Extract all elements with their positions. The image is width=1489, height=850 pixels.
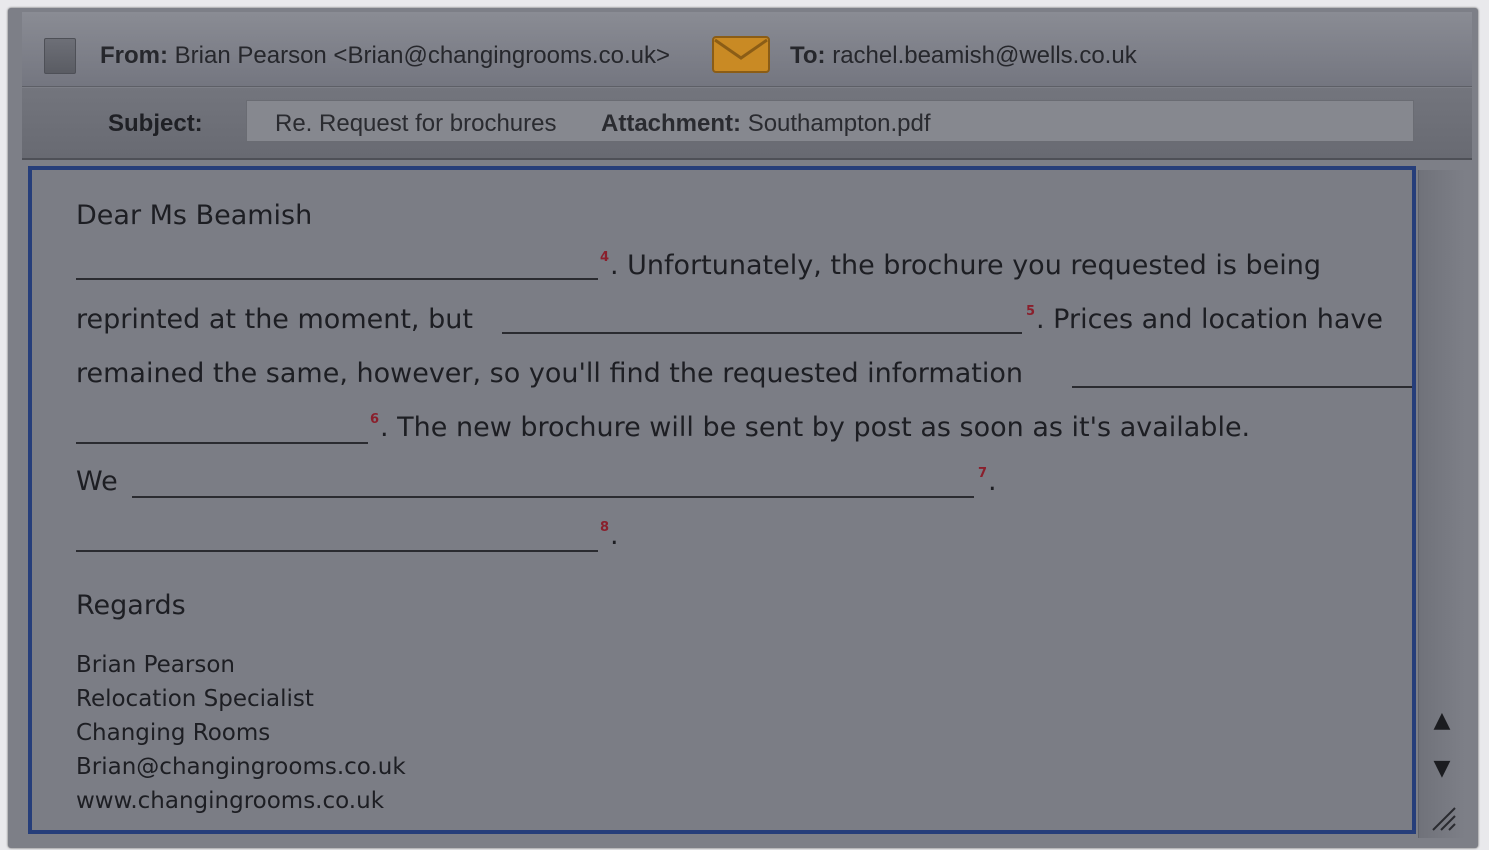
gap-8-blank[interactable] — [76, 550, 598, 552]
signature-email[interactable]: Brian@changingrooms.co.uk — [76, 754, 406, 780]
attachment-label: Attachment: — [601, 110, 742, 137]
from-value: Brian Pearson <Brian@changingrooms.co.uk… — [174, 42, 670, 69]
email-window: From: Brian Pearson <Brian@changingrooms… — [8, 8, 1478, 848]
line4-text: . The new brochure will be sent by post … — [380, 412, 1251, 443]
signature-title: Relocation Specialist — [76, 686, 314, 712]
to-field: To: rachel.beamish@wells.co.uk — [790, 42, 1137, 70]
line1-text: . Unfortunately, the brochure you reques… — [610, 250, 1322, 281]
from-label: From: — [100, 42, 168, 69]
gap-6-number: 6 — [370, 412, 380, 427]
signature-website[interactable]: www.changingrooms.co.uk — [76, 788, 384, 814]
greeting: Dear Ms Beamish — [76, 200, 313, 231]
line5-before: We — [76, 466, 118, 497]
gap-5-blank[interactable] — [502, 332, 1022, 334]
subject-label: Subject: — [108, 110, 203, 137]
from-field: From: Brian Pearson <Brian@changingrooms… — [100, 42, 670, 70]
to-label: To: — [790, 42, 826, 69]
window-corner-button[interactable] — [44, 38, 76, 74]
gap-6-blank-start[interactable] — [1072, 386, 1412, 388]
gap-5-number: 5 — [1026, 304, 1036, 319]
line5-after: . — [988, 466, 997, 497]
scroll-down-icon[interactable]: ▼ — [1429, 756, 1455, 782]
line2-before: reprinted at the moment, but — [76, 304, 473, 335]
resize-grip-icon[interactable] — [1427, 802, 1457, 832]
closing: Regards — [76, 590, 186, 621]
email-body[interactable]: Dear Ms Beamish 4 . Unfortunately, the b… — [28, 166, 1416, 834]
line2-after: . Prices and location have — [1036, 304, 1384, 335]
gap-7-number: 7 — [978, 466, 988, 481]
vertical-scrollbar[interactable]: ▲ ▼ — [1418, 170, 1465, 838]
gap-6-blank-end[interactable] — [76, 442, 368, 444]
envelope-icon — [712, 36, 770, 73]
line3-text: remained the same, however, so you'll fi… — [76, 358, 1023, 389]
subject-field[interactable]: Re. Request for brochures Attachment: So… — [246, 100, 1414, 142]
attachment-value: Southampton.pdf — [747, 110, 931, 137]
email-header-row: From: Brian Pearson <Brian@changingrooms… — [22, 12, 1472, 87]
gap-4-number: 4 — [600, 250, 610, 265]
to-value: rachel.beamish@wells.co.uk — [832, 42, 1137, 69]
gap-7-blank[interactable] — [132, 496, 974, 498]
signature-name: Brian Pearson — [76, 652, 235, 678]
attachment-field[interactable]: Attachment: Southampton.pdf — [601, 110, 931, 138]
subject-row: Subject: Re. Request for brochures Attac… — [22, 88, 1472, 160]
gap-8-number: 8 — [600, 520, 610, 535]
line6-after: . — [610, 520, 619, 551]
signature-company: Changing Rooms — [76, 720, 271, 746]
gap-4-blank[interactable] — [76, 278, 598, 280]
scroll-up-icon[interactable]: ▲ — [1429, 708, 1455, 734]
subject-value: Re. Request for brochures — [275, 110, 557, 137]
